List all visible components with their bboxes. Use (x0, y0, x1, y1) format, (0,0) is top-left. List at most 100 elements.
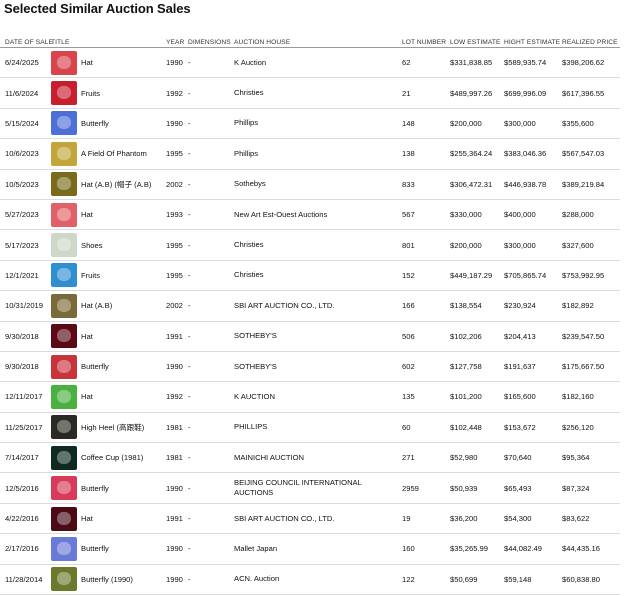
artwork-title-wrapper: Hat (51, 202, 166, 227)
artwork-title-wrapper: Coffee Cup (1981) (51, 445, 166, 470)
artwork-title[interactable]: Butterfly (81, 544, 109, 553)
artwork-title[interactable]: Coffee Cup (1981) (81, 453, 143, 462)
artwork-year: 1981 (166, 442, 188, 474)
artwork-title[interactable]: Hat (A.B) (81, 301, 112, 310)
artwork-title-cell[interactable]: Hat (51, 381, 166, 413)
realized-price: $83,622 (562, 503, 620, 535)
artwork-title-cell[interactable]: Hat (51, 503, 166, 535)
artwork-title[interactable]: Hat (81, 392, 93, 401)
artwork-title-cell[interactable]: Butterfly (51, 351, 166, 383)
artwork-title-cell[interactable]: Hat (A.B) (帽子 (A.B) (51, 169, 166, 200)
table-row[interactable]: 9/30/2018 Butterfly 1990- SOTHEBY'S 602 $127,… (0, 351, 620, 383)
table-row[interactable]: 12/11/2017 Hat 1992- K AUCTION 135 $101,200 $1… (0, 381, 620, 413)
table-row[interactable]: 9/30/2018 Hat 1991- SOTHEBY'S 506 $102,206 $20… (0, 321, 620, 352)
column-header-auction-house[interactable]: AUCTION HOUSE (234, 32, 402, 48)
artwork-year: 1995 (166, 229, 188, 261)
table-row[interactable]: 10/6/2023 A Field Of Phantom 1995- Phillips… (0, 138, 620, 170)
artwork-title[interactable]: Hat (81, 332, 93, 341)
artwork-title-cell[interactable]: Butterfly (51, 533, 166, 565)
artwork-thumbnail[interactable] (51, 536, 77, 561)
artwork-title-cell[interactable]: Fruits (51, 77, 166, 109)
artwork-title[interactable]: A Field Of Phantom (81, 149, 147, 158)
table-row[interactable]: 11/6/2024 Fruits 1992- Christies 21 $489,997.… (0, 77, 620, 109)
artwork-thumbnail[interactable] (51, 233, 77, 258)
artwork-thumbnail[interactable] (51, 263, 77, 288)
artwork-year: 1991 (166, 321, 188, 352)
artwork-thumbnail[interactable] (51, 415, 77, 440)
artwork-dimensions: - (188, 169, 234, 200)
table-row[interactable]: 11/28/2014 Butterfly (1990) 1990- ACN. Auct… (0, 564, 620, 596)
table-row[interactable]: 12/1/2021 Fruits 1995- Christies 152 $449,187… (0, 260, 620, 292)
sale-date: 9/30/2018 (0, 351, 51, 383)
artwork-title[interactable]: Fruits (81, 89, 100, 98)
column-header-high-estimate[interactable]: HIGHT ESTIMATE (504, 32, 562, 48)
artwork-title[interactable]: Hat (A.B) (帽子 (A.B) (81, 179, 151, 190)
realized-price: $182,160 (562, 381, 620, 413)
artwork-title-cell[interactable]: A Field Of Phantom (51, 138, 166, 170)
sale-date: 6/24/2025 (0, 47, 51, 79)
artwork-title-cell[interactable]: Coffee Cup (1981) (51, 442, 166, 474)
low-estimate: $489,997.26 (450, 77, 504, 109)
artwork-title[interactable]: Butterfly (81, 119, 109, 128)
artwork-thumbnail[interactable] (51, 172, 77, 197)
column-header-lot-number[interactable]: LOT NUMBER (402, 32, 450, 48)
artwork-title[interactable]: Butterfly (81, 484, 109, 493)
table-row[interactable]: 10/31/2019 Hat (A.B) 2002- SBI ART AUCTION … (0, 290, 620, 322)
artwork-title[interactable]: Hat (81, 514, 93, 523)
artwork-thumbnail[interactable] (51, 506, 77, 531)
table-row[interactable]: 7/14/2017 Coffee Cup (1981) 1981- MAINICHI … (0, 442, 620, 474)
artwork-thumbnail[interactable] (51, 354, 77, 379)
artwork-thumbnail[interactable] (51, 81, 77, 106)
artwork-year: 1995 (166, 260, 188, 292)
artwork-title-cell[interactable]: Butterfly (1990) (51, 564, 166, 596)
artwork-title-cell[interactable]: Hat (51, 199, 166, 231)
sale-date: 12/11/2017 (0, 381, 51, 413)
artwork-title[interactable]: Butterfly (1990) (81, 575, 133, 584)
artwork-thumbnail[interactable] (51, 384, 77, 409)
artwork-title-cell[interactable]: Butterfly (51, 108, 166, 140)
table-row[interactable]: 10/5/2023 Hat (A.B) (帽子 (A.B) 2002- Sotheby… (0, 169, 620, 200)
artwork-dimensions: - (188, 412, 234, 444)
artwork-title[interactable]: Butterfly (81, 362, 109, 371)
artwork-title[interactable]: High Heel (高跟鞋) (81, 422, 144, 433)
table-row[interactable]: 2/17/2016 Butterfly 1990- Mallet Japan 160 $3… (0, 533, 620, 565)
artwork-title-cell[interactable]: Butterfly (51, 472, 166, 504)
artwork-thumbnail[interactable] (51, 202, 77, 227)
table-row[interactable]: 5/17/2023 Shoes 1995- Christies 801 $200,000 $… (0, 229, 620, 261)
artwork-title-wrapper: Hat (51, 506, 166, 531)
column-header-year[interactable]: YEAR (166, 32, 188, 48)
artwork-title[interactable]: Hat (81, 210, 93, 219)
artwork-thumbnail[interactable] (51, 293, 77, 318)
artwork-thumbnail[interactable] (51, 324, 77, 349)
table-row[interactable]: 12/5/2016 Butterfly 1990- BEIJING COUNCIL I… (0, 472, 620, 504)
artwork-thumbnail[interactable] (51, 476, 77, 501)
artwork-thumbnail[interactable] (51, 111, 77, 136)
artwork-title[interactable]: Shoes (81, 241, 103, 250)
column-header-low-estimate[interactable]: LOW ESTIMATE (450, 32, 504, 48)
artwork-thumbnail[interactable] (51, 141, 77, 166)
artwork-dimensions: - (188, 442, 234, 474)
table-row[interactable]: 11/25/2017 High Heel (高跟鞋) 1981- PHILLIPS 60… (0, 412, 620, 444)
column-header-dimensions[interactable]: DIMENSIONS (188, 32, 234, 48)
realized-price: $355,600 (562, 108, 620, 140)
artwork-thumbnail[interactable] (51, 445, 77, 470)
artwork-title-cell[interactable]: Hat (51, 47, 166, 79)
artwork-title[interactable]: Hat (81, 58, 93, 67)
artwork-title-cell[interactable]: Hat (A.B) (51, 290, 166, 322)
artwork-title[interactable]: Fruits (81, 271, 100, 280)
sale-date: 12/1/2021 (0, 260, 51, 292)
table-row[interactable]: 6/24/2025 Hat 1990- K Auction 62 $331,838.85 $… (0, 47, 620, 79)
artwork-title-cell[interactable]: High Heel (高跟鞋) (51, 412, 166, 444)
artwork-title-cell[interactable]: Hat (51, 321, 166, 352)
lot-number: 122 (402, 564, 450, 596)
artwork-title-cell[interactable]: Shoes (51, 229, 166, 261)
table-row[interactable]: 5/15/2024 Butterfly 1990- Phillips 148 $200,0… (0, 108, 620, 140)
column-header-title[interactable]: TITLE (51, 32, 166, 48)
column-header-date[interactable]: DATE OF SALE (0, 32, 53, 48)
table-row[interactable]: 5/27/2023 Hat 1993- New Art Est-Ouest Aucti… (0, 199, 620, 231)
artwork-title-cell[interactable]: Fruits (51, 260, 166, 292)
artwork-thumbnail[interactable] (51, 50, 77, 75)
artwork-thumbnail[interactable] (51, 567, 77, 592)
column-header-realized-price[interactable]: REALIZED PRICE (562, 32, 620, 48)
table-row[interactable]: 4/22/2016 Hat 1991- SBI ART AUCTION CO., LT… (0, 503, 620, 535)
